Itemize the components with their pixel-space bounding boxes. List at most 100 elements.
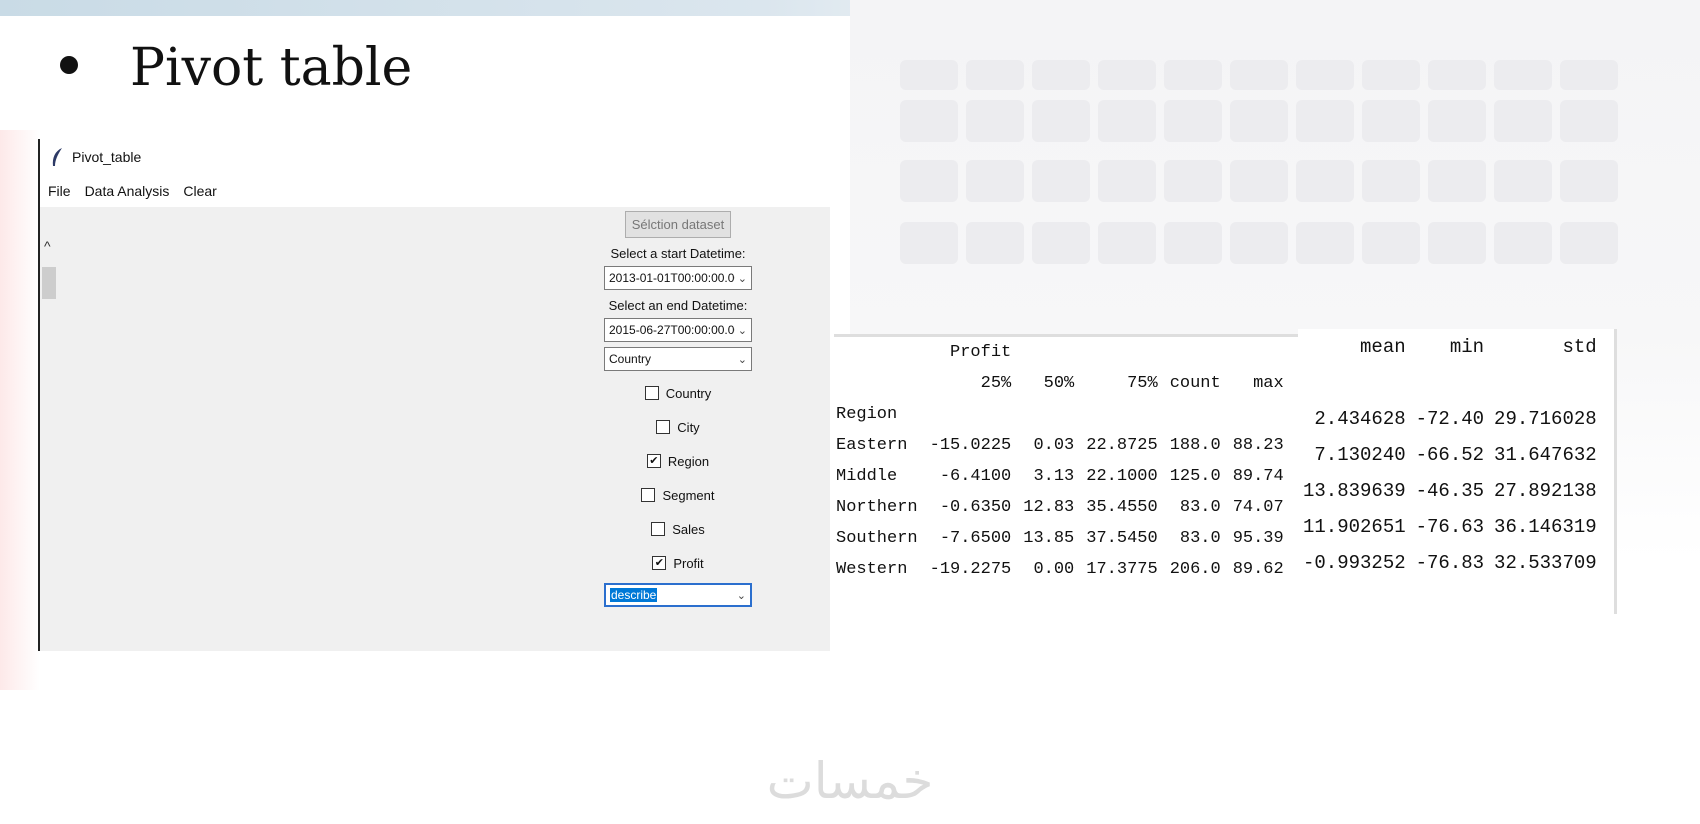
column-header: max (1253, 374, 1284, 393)
menu-clear[interactable]: Clear (183, 183, 216, 199)
checkbox-segment[interactable]: Segment (641, 483, 715, 507)
table-cell: 13.85 (1023, 529, 1075, 548)
table-row: 11.902651 -76.63 36.146319 (1298, 509, 1602, 545)
keyboard-row-decor (900, 100, 1618, 142)
row-label: Eastern (836, 436, 908, 455)
chevron-down-icon[interactable]: ⌄ (738, 272, 747, 285)
column-header: std (1562, 336, 1597, 358)
menu-bar: File Data Analysis Clear (40, 175, 830, 207)
table-cell: 29.716028 (1494, 408, 1597, 430)
table-cell: 83.0 (1179, 529, 1221, 548)
table-cell: -76.83 (1415, 552, 1485, 574)
table-cell: 188.0 (1169, 436, 1221, 455)
table-cell: -15.0225 (929, 436, 1012, 455)
table-cell: 17.3775 (1086, 560, 1158, 579)
start-datetime-value: 2013-01-01T00:00:00.00 (609, 271, 735, 285)
checkbox-city[interactable]: City (656, 415, 700, 439)
table-cell: 37.5450 (1086, 529, 1158, 548)
checkbox-box[interactable] (651, 522, 666, 536)
select-dataset-button[interactable]: Sélction dataset (624, 211, 732, 238)
table-row: -0.993252 -76.83 32.533709 (1298, 545, 1602, 581)
checkbox-label: Profit (673, 555, 704, 571)
column-header: 50% (1043, 374, 1075, 393)
table-cell: 0.03 (1033, 436, 1075, 455)
stats-output-table: mean min std 2.434628 -72.40 29.716028 7… (1298, 329, 1602, 581)
slide-left-decor (0, 130, 40, 690)
row-label: Middle (836, 467, 898, 486)
column-header: count (1169, 374, 1221, 393)
checkbox-region[interactable]: ✔ Region (646, 449, 709, 473)
slide-title: Pivot table (130, 38, 413, 98)
table-cell: 89.74 (1232, 467, 1284, 486)
keyboard-row-decor (900, 160, 1618, 202)
pivot-output-panel: Profit 25% 50% 75% count max Region East… (834, 334, 1298, 615)
checkbox-box[interactable] (644, 386, 659, 400)
table-row: Middle -6.4100 3.13 22.1000 125.0 89.74 (834, 461, 1290, 492)
function-select-value: describe (610, 588, 658, 602)
menu-data-analysis[interactable]: Data Analysis (85, 183, 170, 199)
checkbox-profit[interactable]: ✔ Profit (652, 551, 704, 575)
table-row: Western -19.2275 0.00 17.3775 206.0 89.6… (834, 554, 1290, 585)
table-cell: 12.83 (1023, 498, 1075, 517)
row-label: Northern (836, 498, 918, 517)
bullet-point (60, 56, 78, 74)
table-cell: 22.8725 (1086, 436, 1158, 455)
column-select-value: Country (609, 352, 652, 366)
checkbox-box[interactable] (656, 420, 671, 434)
table-cell: 11.902651 (1303, 516, 1406, 538)
column-select[interactable]: Country ⌄ (604, 347, 752, 371)
end-datetime-select[interactable]: 2015-06-27T00:00:00.00 ⌄ (604, 318, 752, 342)
controls-panel: Sélction dataset Select a start Datetime… (602, 211, 754, 607)
checkbox-label: City (677, 419, 700, 435)
checkbox-box-checked[interactable]: ✔ (646, 454, 661, 468)
tk-feather-icon (52, 148, 62, 166)
checkbox-box[interactable] (641, 488, 656, 502)
table-cell: 125.0 (1169, 467, 1221, 486)
chevron-down-icon[interactable]: ⌄ (738, 353, 747, 366)
chevron-down-icon[interactable]: ⌄ (737, 589, 746, 602)
table-cell: 36.146319 (1494, 516, 1597, 538)
table-cell: 35.4550 (1086, 498, 1158, 517)
checkbox-label: Country (665, 385, 712, 401)
menu-file[interactable]: File (48, 183, 71, 199)
table-cell: -7.6500 (939, 529, 1012, 548)
pivot-table-window: Pivot_table File Data Analysis Clear ^ S… (38, 139, 830, 651)
table-cell: 31.647632 (1494, 444, 1597, 466)
column-header: mean (1360, 336, 1406, 358)
row-label: Southern (836, 529, 918, 548)
function-select[interactable]: describe ⌄ (604, 583, 752, 607)
table-index-row: Region (834, 399, 1290, 430)
scroll-up-icon[interactable]: ^ (44, 238, 51, 254)
pivot-output-table: Profit 25% 50% 75% count max Region East… (834, 337, 1290, 585)
stats-output-panel: mean min std 2.434628 -72.40 29.716028 7… (1298, 329, 1617, 614)
table-cell: -66.52 (1415, 444, 1485, 466)
table-cell: 95.39 (1232, 529, 1284, 548)
table-row: Eastern -15.0225 0.03 22.8725 188.0 88.2… (834, 430, 1290, 461)
keyboard-row-decor (900, 222, 1618, 264)
table-row: Southern -7.6500 13.85 37.5450 83.0 95.3… (834, 523, 1290, 554)
start-datetime-select[interactable]: 2013-01-01T00:00:00.00 ⌄ (604, 266, 752, 290)
table-row: 2.434628 -72.40 29.716028 (1298, 401, 1602, 437)
checkbox-sales[interactable]: Sales (651, 517, 705, 541)
table-cell: -19.2275 (929, 560, 1012, 579)
table-header-row: Profit (834, 337, 1290, 368)
checkbox-box-checked[interactable]: ✔ (652, 556, 667, 570)
scrollbar-thumb[interactable] (42, 267, 56, 299)
window-titlebar: Pivot_table (40, 139, 830, 175)
column-header: 75% (1127, 374, 1158, 393)
column-header: Profit (950, 343, 1012, 362)
table-cell: -72.40 (1415, 408, 1485, 430)
window-title: Pivot_table (72, 149, 142, 165)
chevron-down-icon[interactable]: ⌄ (738, 324, 747, 337)
checkbox-label: Sales (672, 521, 705, 537)
table-cell: -46.35 (1415, 480, 1485, 502)
table-cell: -6.4100 (939, 467, 1012, 486)
keyboard-row-decor (900, 60, 1618, 90)
table-header-row: mean min std (1298, 329, 1602, 365)
table-cell: 0.00 (1033, 560, 1075, 579)
table-cell: 7.130240 (1314, 444, 1406, 466)
checkbox-country[interactable]: Country (644, 381, 712, 405)
table-cell: -0.993252 (1303, 552, 1406, 574)
end-datetime-label: Select an end Datetime: (608, 298, 748, 313)
table-cell: 32.533709 (1494, 552, 1597, 574)
